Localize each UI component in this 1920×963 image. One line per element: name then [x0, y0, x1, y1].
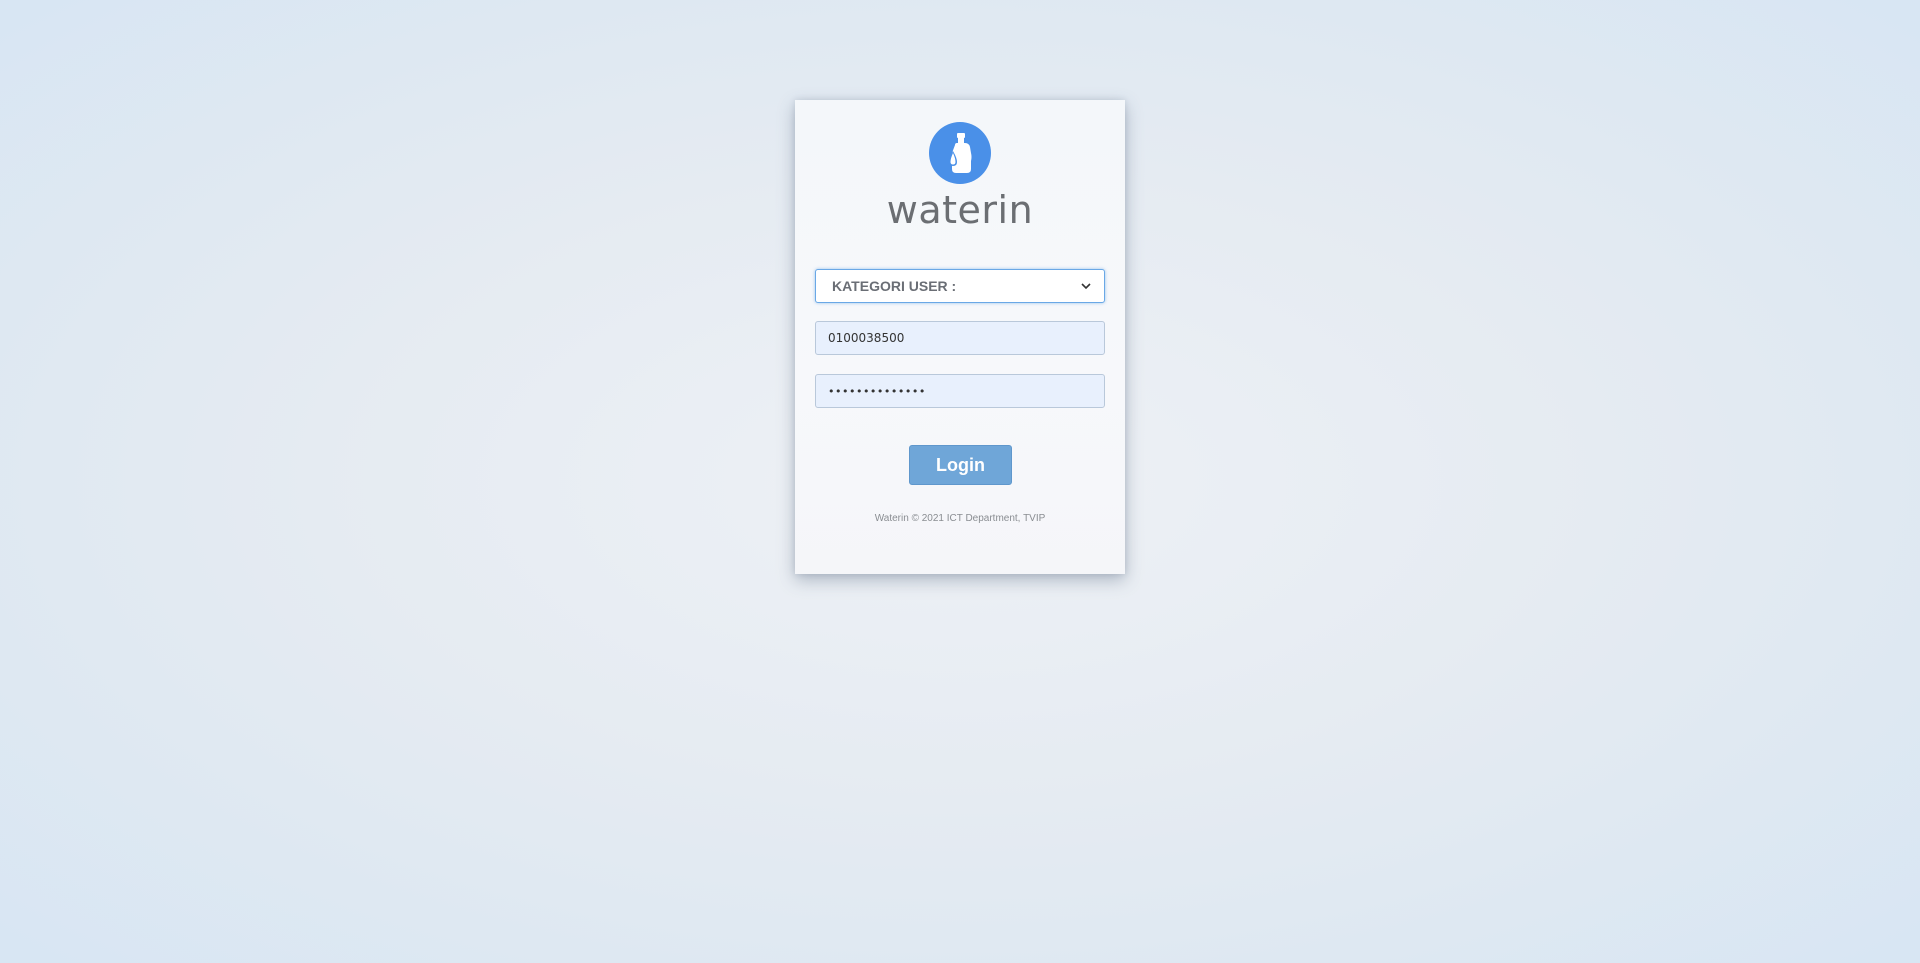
login-button[interactable]: Login [909, 445, 1012, 485]
footer-copyright: Waterin © 2021 ICT Department, TVIP [874, 513, 1046, 524]
password-input[interactable]: •••••••••••••• [815, 374, 1105, 408]
user-category-select[interactable]: KATEGORI USER : [815, 269, 1105, 303]
brand-name: waterin [886, 188, 1034, 232]
chevron-down-icon [1080, 280, 1092, 292]
user-category-selected: KATEGORI USER : [832, 278, 957, 294]
login-card: waterin KATEGORI USER : 0100038500 •••••… [795, 100, 1125, 574]
water-bottle-icon [929, 122, 991, 184]
username-input[interactable]: 0100038500 [815, 321, 1105, 355]
